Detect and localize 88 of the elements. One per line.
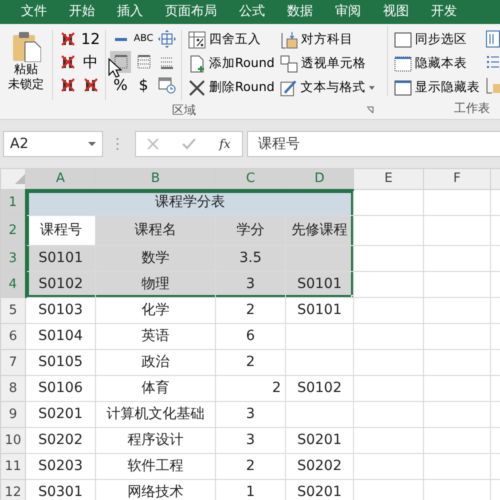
cell-text: S0201	[38, 406, 83, 422]
name-box[interactable]: A2	[3, 131, 103, 157]
ribbon-tab[interactable]: 公式	[228, 0, 276, 24]
cell-text: S0202	[297, 458, 342, 474]
cell-text: 化学	[142, 302, 170, 318]
cell-text: S0202	[38, 432, 83, 448]
cell-text: 3	[246, 276, 255, 292]
cell-text: 2	[272, 380, 281, 396]
ribbon-tab[interactable]: 插入	[106, 0, 154, 24]
cell-text: S0203	[38, 458, 83, 474]
command-button[interactable]: 透视单元格	[278, 52, 378, 75]
cell-text: 3	[246, 432, 255, 448]
row-header[interactable]: 10	[0, 428, 26, 454]
cell-text: S0101	[297, 276, 342, 292]
command-button[interactable]: 添加Round	[186, 52, 278, 75]
paste-button[interactable]: 粘贴 未锁定	[4, 28, 48, 100]
cell-text: S0106	[38, 380, 83, 396]
row-header[interactable]: 2	[0, 216, 26, 246]
command-button[interactable]: 对方科目	[278, 28, 378, 51]
cell-text: S0103	[38, 302, 83, 318]
format-button[interactable]: ABC	[133, 28, 154, 50]
format-button[interactable]: %	[110, 74, 131, 96]
row-header[interactable]: 12	[0, 480, 26, 500]
cell-text: 1	[246, 484, 255, 500]
ribbon-tab[interactable]: 开始	[58, 0, 106, 24]
cell-text: 2	[246, 302, 255, 318]
ribbon-tab[interactable]: 视图	[372, 0, 420, 24]
row-header[interactable]: 9	[0, 402, 26, 428]
column-header[interactable]: C	[216, 168, 286, 190]
command-button[interactable]: 四舍五入	[186, 28, 278, 51]
row-header[interactable]: 11	[0, 454, 26, 480]
cell-text: 物理	[142, 276, 170, 292]
cell-text: 2	[246, 458, 255, 474]
ribbon-tab[interactable]: 开发	[420, 0, 468, 24]
ribbon-tab[interactable]: 文件	[10, 0, 58, 24]
cell-text: 2	[246, 354, 255, 370]
format-button[interactable]: 12	[80, 28, 101, 50]
cell-text: S0201	[297, 484, 342, 500]
row-header[interactable]: 8	[0, 376, 26, 402]
cell-text: S0102	[297, 380, 342, 396]
cell-text: S0201	[297, 432, 342, 448]
command-button[interactable]: 显示隐藏表	[392, 76, 482, 99]
cell-text: 3.5	[239, 250, 262, 266]
row-header[interactable]: 7	[0, 350, 26, 376]
row-header[interactable]: 5	[0, 298, 26, 324]
cell-text: 3	[246, 406, 255, 422]
group-label: 工作表	[454, 100, 490, 117]
cell-text: 计算机文化基础	[106, 406, 204, 422]
cell-text: 数学	[142, 250, 170, 266]
format-button[interactable]: $	[133, 74, 154, 96]
row-header[interactable]: 3	[0, 246, 26, 272]
column-header[interactable]: A	[26, 168, 96, 190]
cell-text: S0101	[297, 302, 342, 318]
command-button[interactable]: 同步选区	[392, 28, 482, 51]
cell-text: S0101	[38, 250, 83, 266]
column-header[interactable]: F	[424, 168, 490, 190]
cell-text: 课程名	[134, 222, 176, 238]
cell-text: 体育	[142, 380, 170, 396]
ribbon-tab[interactable]: 审阅	[324, 0, 372, 24]
ribbon-tab[interactable]: 数据	[276, 0, 324, 24]
command-button[interactable]: 文本与格式	[278, 76, 378, 99]
formula-field[interactable]: 课程号	[247, 131, 500, 157]
cell-text: 学分	[236, 222, 264, 238]
command-button[interactable]: 删除Round	[186, 76, 278, 99]
cell-text: 网络技术	[128, 484, 184, 500]
ribbon-tab[interactable]: 页面布局	[154, 0, 228, 24]
column-header[interactable]: D	[286, 168, 354, 190]
cell-text: 政治	[142, 354, 170, 370]
row-header[interactable]: 6	[0, 324, 26, 350]
cell-text: S0104	[38, 328, 83, 344]
column-header[interactable]: B	[96, 168, 216, 190]
format-button[interactable]: 中	[80, 51, 101, 73]
group-label: 区域	[172, 102, 196, 118]
cell-text: S0102	[38, 276, 83, 292]
row-header[interactable]: 4	[0, 272, 26, 298]
column-header[interactable]: E	[354, 168, 424, 190]
cell-text: 6	[246, 328, 255, 344]
cell-text: S0105	[38, 354, 83, 370]
cell-text: S0301	[38, 484, 83, 500]
cell-text: 课程号	[40, 222, 82, 238]
cell-text: 程序设计	[128, 432, 184, 448]
cell-text: 英语	[142, 328, 170, 344]
row-header[interactable]: 1	[0, 190, 26, 216]
table-title: 课程学分表	[154, 194, 225, 210]
cell-text: 软件工程	[128, 458, 184, 474]
command-button[interactable]: 隐藏本表	[392, 52, 482, 75]
cell-text: 先修课程	[292, 222, 348, 238]
insert-function-button[interactable]: fx	[219, 135, 231, 153]
